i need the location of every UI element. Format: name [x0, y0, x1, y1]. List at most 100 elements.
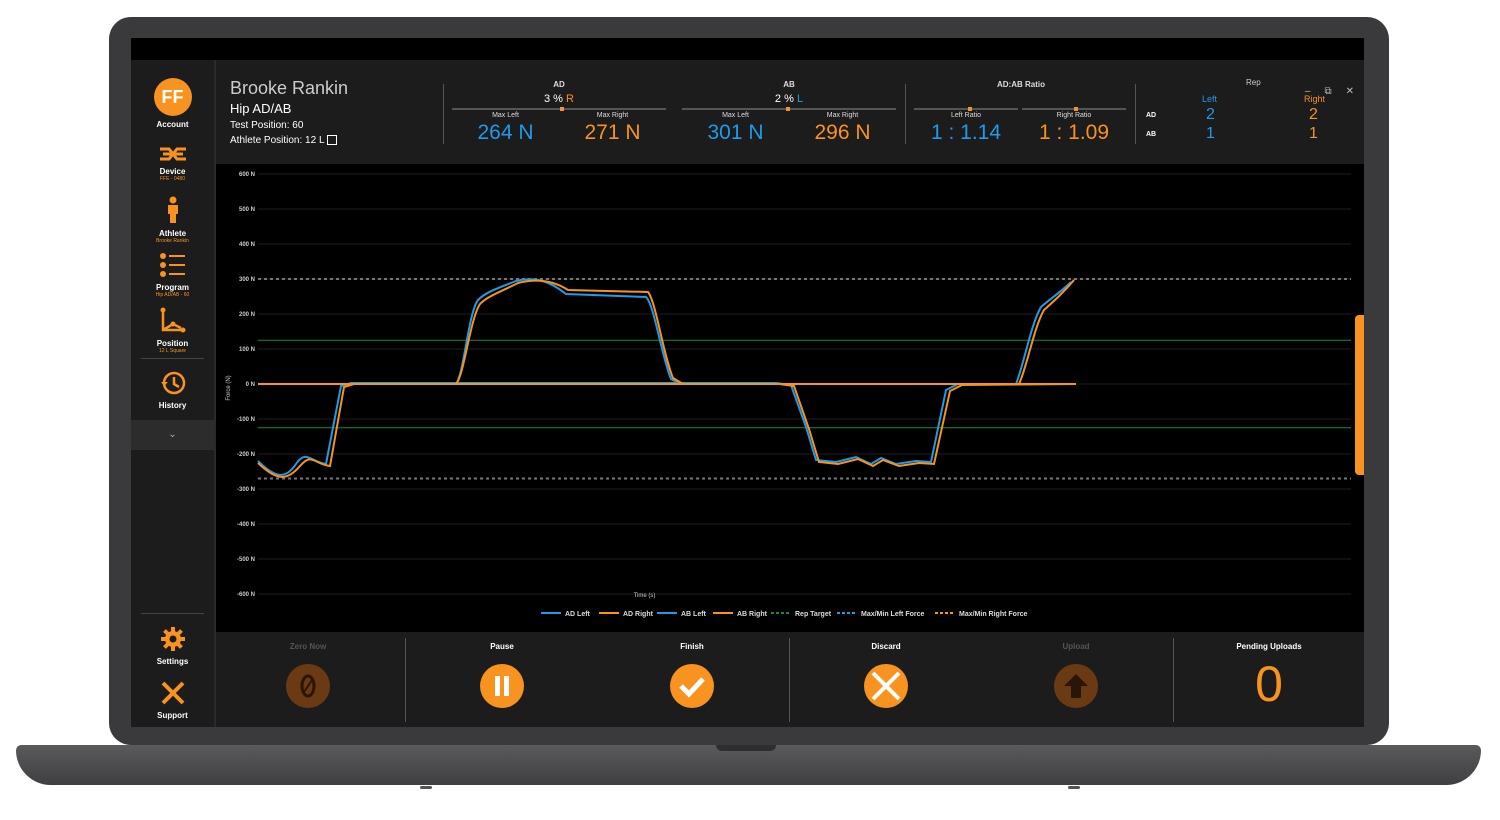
- y-tick-label: 100 N: [239, 347, 255, 353]
- header-panel: – ⧉ ✕ Brooke Rankin Hip AD/AB Test Posit…: [216, 60, 1364, 164]
- y-tick-label: -300 N: [237, 487, 255, 493]
- laptop-foot: [1068, 786, 1080, 789]
- header-divider: [1135, 84, 1136, 144]
- sidebar-divider: [141, 358, 204, 359]
- ad-title: AD: [553, 80, 565, 89]
- sidebar-expand-button[interactable]: ⌄: [131, 420, 214, 450]
- side-panel-handle[interactable]: [1355, 315, 1364, 475]
- legend-label: Max/Min Left Force: [861, 611, 925, 618]
- pause-button[interactable]: Pause: [412, 632, 592, 708]
- rep-ab-left: 1: [1206, 125, 1215, 142]
- ab-max-right-label: Max Right: [826, 112, 859, 119]
- sidebar-item-history[interactable]: History: [131, 370, 214, 410]
- rep-right-head: Right: [1304, 94, 1326, 104]
- tools-icon: [161, 681, 184, 705]
- sidebar-item-settings[interactable]: Settings: [131, 626, 214, 666]
- zero-now-button[interactable]: Zero Now: [218, 632, 398, 708]
- ab-pct: 2 % L: [682, 93, 896, 105]
- ab-title: AB: [783, 80, 795, 89]
- legend-label: Max/Min Right Force: [959, 611, 1028, 618]
- ad-pct: 3 % R: [452, 93, 666, 105]
- legend-label: Rep Target: [795, 611, 832, 618]
- sidebar-item-program[interactable]: Program Hip AD/AB - 60: [131, 252, 214, 298]
- y-axis-label: Force (N): [226, 375, 232, 400]
- discard-button[interactable]: Discard: [796, 632, 976, 708]
- ad-max-right-value: 271 N: [584, 121, 641, 144]
- athlete-name: Brooke Rankin: [230, 78, 349, 98]
- sidebar-item-sub: Hip AD/AB - 60: [155, 292, 190, 298]
- square-checkbox[interactable]: [326, 135, 337, 146]
- sidebar-item-athlete[interactable]: Athlete Brooke Rankin: [131, 196, 214, 244]
- sidebar-item-label: Device: [159, 167, 186, 176]
- ab-max-right-value: 296 N: [814, 121, 871, 144]
- ratio-title: AD:AB Ratio: [997, 80, 1045, 89]
- series-line: [258, 278, 1072, 385]
- y-tick-label: 600 N: [239, 172, 255, 178]
- sidebar-item-support[interactable]: Support: [131, 680, 214, 720]
- pause-icon: [480, 664, 524, 708]
- sidebar-item-position[interactable]: Position 12 L Square: [131, 306, 214, 354]
- pending-uploads-count: 0: [1255, 656, 1283, 712]
- right-ratio-bar: [1022, 107, 1126, 111]
- close-button[interactable]: ✕: [1346, 86, 1354, 97]
- restore-button[interactable]: ⧉: [1324, 86, 1331, 97]
- zero-icon: [286, 664, 330, 708]
- zero-now-label: Zero Now: [289, 642, 327, 651]
- y-tick-label: -200 N: [237, 452, 255, 458]
- sidebar-item-label: Settings: [156, 657, 189, 666]
- ab-balance-bar: [682, 107, 896, 111]
- legend-label: AB Left: [681, 611, 707, 618]
- left-ratio-bar: [914, 107, 1018, 111]
- pending-uploads: Pending Uploads 0: [1179, 632, 1359, 709]
- app-screen: FF Account Device FFE - 0480 Athlete Bro…: [131, 38, 1364, 727]
- sidebar-item-device[interactable]: Device FFE - 0480: [131, 146, 214, 182]
- position-icon: [160, 307, 185, 333]
- gear-icon: [160, 627, 185, 651]
- upload-button[interactable]: Upload: [986, 632, 1166, 708]
- ad-balance-marker: [560, 107, 564, 111]
- discard-x-icon: [864, 664, 908, 708]
- sidebar-item-label: Athlete: [158, 229, 187, 238]
- title-strip: [131, 38, 1364, 60]
- left-ratio-value: 1 : 1.14: [930, 121, 1002, 144]
- program-list-icon: [159, 253, 185, 277]
- legend-label: AB Right: [737, 611, 768, 618]
- header-divider: [905, 84, 906, 144]
- sidebar-divider: [141, 613, 204, 614]
- sidebar-item-label: Account: [156, 120, 189, 129]
- rep-ab-right: 1: [1309, 125, 1318, 142]
- force-chart-svg: 600 N 500 N 400 N 300 N 200 N 100 N 0 N -100 N -…: [226, 172, 1351, 618]
- left-ratio-marker: [968, 107, 972, 111]
- y-tick-label: -400 N: [237, 522, 255, 528]
- y-tick-label: -100 N: [237, 417, 255, 423]
- rep-ad-left: 2: [1206, 106, 1215, 123]
- sidebar-item-sub: FFE - 0480: [159, 176, 185, 182]
- ab-max-left-value: 301 N: [707, 121, 764, 144]
- test-position: Test Position: 60: [230, 120, 304, 131]
- ab-pct-value: 2 %: [774, 93, 794, 105]
- action-divider: [405, 638, 406, 722]
- legend-label: AD Right: [623, 611, 654, 618]
- force-chart: 600 N 500 N 400 N 300 N 200 N 100 N 0 N -100 N -…: [216, 164, 1364, 632]
- y-tick-label: 200 N: [239, 312, 255, 318]
- y-tick-label: -500 N: [237, 557, 255, 563]
- sidebar-item-label: History: [158, 401, 187, 410]
- sidebar-item-account[interactable]: FF Account: [131, 78, 214, 129]
- ff-logo: FF: [153, 78, 192, 116]
- rep-ad-right: 2: [1309, 106, 1318, 123]
- y-tick-label: 0 N: [246, 382, 255, 388]
- finish-button[interactable]: Finish: [602, 632, 782, 708]
- y-tick-label: 500 N: [239, 207, 255, 213]
- laptop-foot: [420, 786, 432, 789]
- ad-pct-side: R: [566, 93, 574, 105]
- discard-label: Discard: [871, 642, 901, 651]
- sidebar-item-label: Support: [157, 711, 188, 720]
- ad-max-right-label: Max Right: [596, 112, 629, 119]
- checkmark-icon: [670, 664, 714, 708]
- athlete-icon: [167, 196, 178, 223]
- series-line: [257, 382, 1076, 476]
- y-tick-label: -600 N: [237, 592, 255, 598]
- program-name: Hip AD/AB: [230, 101, 292, 116]
- athlete-position: Athlete Position: 12 L: [230, 135, 337, 146]
- series-line: [257, 383, 1077, 478]
